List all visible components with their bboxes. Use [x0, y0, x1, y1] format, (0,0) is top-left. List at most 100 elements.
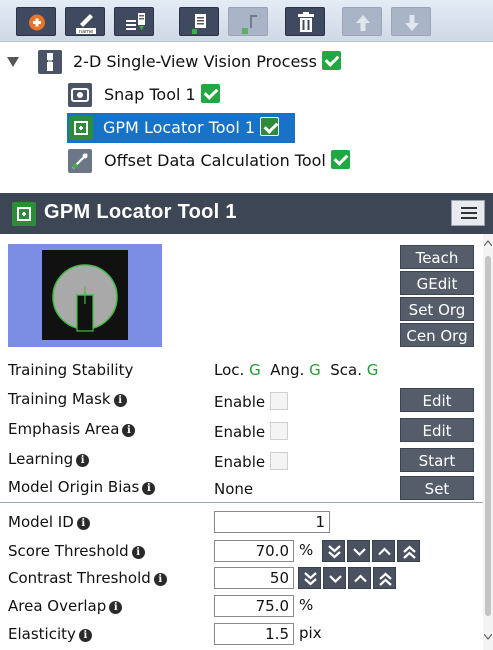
tree-label-text: Offset Data Calculation Tool [104, 151, 326, 170]
model-image-canvas [42, 250, 128, 340]
contrast-increase-button[interactable] [348, 567, 371, 589]
tree-item-offset-data[interactable]: Offset Data Calculation Tool [68, 146, 488, 176]
gedit-button[interactable]: GEdit [400, 271, 474, 295]
panel-body: Teach GEdit Set Org Cen Org Training Sta… [0, 234, 493, 650]
list-add-icon [126, 13, 145, 30]
tree-label-text: 2-D Single-View Vision Process [73, 52, 317, 71]
enable-text: Enable [214, 423, 266, 441]
cut-button[interactable] [228, 7, 268, 36]
elasticity-label: Elasticity i [8, 625, 92, 643]
enable-checkbox[interactable] [270, 392, 289, 410]
menu-icon-line [461, 212, 477, 214]
svg-text:name: name [79, 29, 93, 35]
vision-process-icon [38, 50, 62, 74]
contrast-decrease-button[interactable] [323, 567, 346, 589]
double-chevron-up-icon [403, 545, 416, 559]
paste-button[interactable] [179, 7, 219, 36]
score-decrease-fast-button[interactable] [322, 540, 345, 562]
checked-icon [321, 51, 341, 70]
scroll-down-icon[interactable] [484, 634, 492, 640]
score-increase-button[interactable] [372, 540, 395, 562]
ang-value: G [309, 361, 321, 379]
emphasis-area-enable[interactable]: Enable [214, 422, 289, 441]
tree-item-vision-process[interactable]: 2-D Single-View Vision Process [38, 47, 488, 77]
tree-item-gpm-locator[interactable]: GPM Locator Tool 1 [67, 113, 295, 143]
toolbar: name [0, 0, 493, 42]
panel-scrollbar[interactable] [483, 234, 493, 650]
info-icon[interactable]: i [76, 454, 90, 467]
camera-icon [68, 83, 92, 107]
score-threshold-unit: % [299, 541, 314, 559]
expand-triangle-icon[interactable] [7, 57, 19, 67]
set-org-button[interactable]: Set Org [400, 297, 474, 321]
gpm-locator-icon [69, 116, 93, 140]
training-mask-edit-button[interactable]: Edit [400, 388, 474, 412]
double-chevron-up-icon [379, 572, 392, 586]
emphasis-area-edit-button[interactable]: Edit [400, 418, 474, 442]
model-id-input[interactable]: 1 [214, 511, 330, 533]
panel-header: GPM Locator Tool 1 [0, 193, 493, 234]
tree-item-snap-tool[interactable]: Snap Tool 1 [68, 80, 488, 110]
rename-button[interactable]: name [65, 7, 105, 36]
row-label-text: Emphasis Area [8, 420, 120, 438]
area-overlap-input[interactable]: 75.0 [214, 595, 294, 617]
contrast-increase-fast-button[interactable] [373, 567, 396, 589]
training-mask-label: Training Mask i [8, 390, 127, 408]
contrast-decrease-fast-button[interactable] [298, 567, 321, 589]
teach-button[interactable]: Teach [400, 245, 474, 269]
delete-button[interactable] [285, 7, 325, 36]
loc-value: G [249, 361, 261, 379]
training-stability-values: Loc. G Ang. G Sca. G [214, 361, 378, 379]
checked-icon [200, 84, 220, 103]
training-stability-label: Training Stability [8, 361, 134, 379]
enable-checkbox[interactable] [270, 452, 289, 470]
row-label-text: Learning [8, 450, 74, 468]
cen-org-button[interactable]: Cen Org [400, 323, 474, 347]
contrast-threshold-label: Contrast Threshold i [8, 569, 167, 587]
chevron-down-icon [353, 548, 366, 557]
trash-icon [298, 12, 314, 32]
info-icon[interactable]: i [113, 394, 127, 407]
info-icon[interactable]: i [109, 601, 123, 614]
info-icon[interactable]: i [131, 546, 145, 559]
learning-label: Learning i [8, 450, 90, 468]
loc-label: Loc. [214, 361, 245, 379]
add-button[interactable] [16, 7, 56, 36]
score-increase-fast-button[interactable] [397, 540, 420, 562]
info-icon[interactable]: i [142, 482, 156, 495]
enable-text: Enable [214, 393, 266, 411]
move-down-button[interactable] [391, 7, 431, 36]
learning-enable[interactable]: Enable [214, 452, 289, 471]
score-decrease-button[interactable] [347, 540, 370, 562]
row-label-text: Elasticity [8, 625, 76, 643]
tree-label-text: GPM Locator Tool 1 [103, 118, 256, 137]
training-mask-enable[interactable]: Enable [214, 392, 289, 411]
plus-icon [29, 14, 45, 31]
scroll-up-icon[interactable] [484, 240, 492, 246]
scrollbar-thumb[interactable] [485, 256, 491, 616]
cut-icon [242, 15, 257, 34]
enable-checkbox[interactable] [270, 422, 289, 440]
move-up-button[interactable] [342, 7, 382, 36]
learning-start-button[interactable]: Start [400, 448, 474, 472]
enable-text: Enable [214, 453, 266, 471]
score-threshold-input[interactable]: 70.0 [214, 540, 294, 562]
row-label-text: Training Mask [8, 390, 111, 408]
elasticity-input[interactable]: 1.5 [214, 623, 294, 645]
chevron-up-icon [354, 574, 367, 583]
tool-tree: 2-D Single-View Vision Process Snap Tool… [0, 42, 493, 192]
panel-menu-button[interactable] [451, 200, 485, 226]
info-icon[interactable]: i [153, 573, 167, 586]
double-chevron-down-icon [328, 545, 341, 559]
contrast-threshold-input[interactable]: 50 [214, 567, 294, 589]
area-overlap-label: Area Overlap i [8, 597, 123, 615]
menu-icon-line [461, 217, 477, 219]
info-icon[interactable]: i [122, 424, 136, 437]
model-origin-bias-set-button[interactable]: Set [400, 476, 474, 500]
model-image [8, 244, 162, 347]
info-icon[interactable]: i [78, 629, 92, 642]
info-icon[interactable]: i [76, 517, 90, 530]
rename-icon: name [76, 14, 96, 35]
add-child-button[interactable] [114, 7, 154, 36]
gpm-locator-icon [12, 202, 36, 226]
